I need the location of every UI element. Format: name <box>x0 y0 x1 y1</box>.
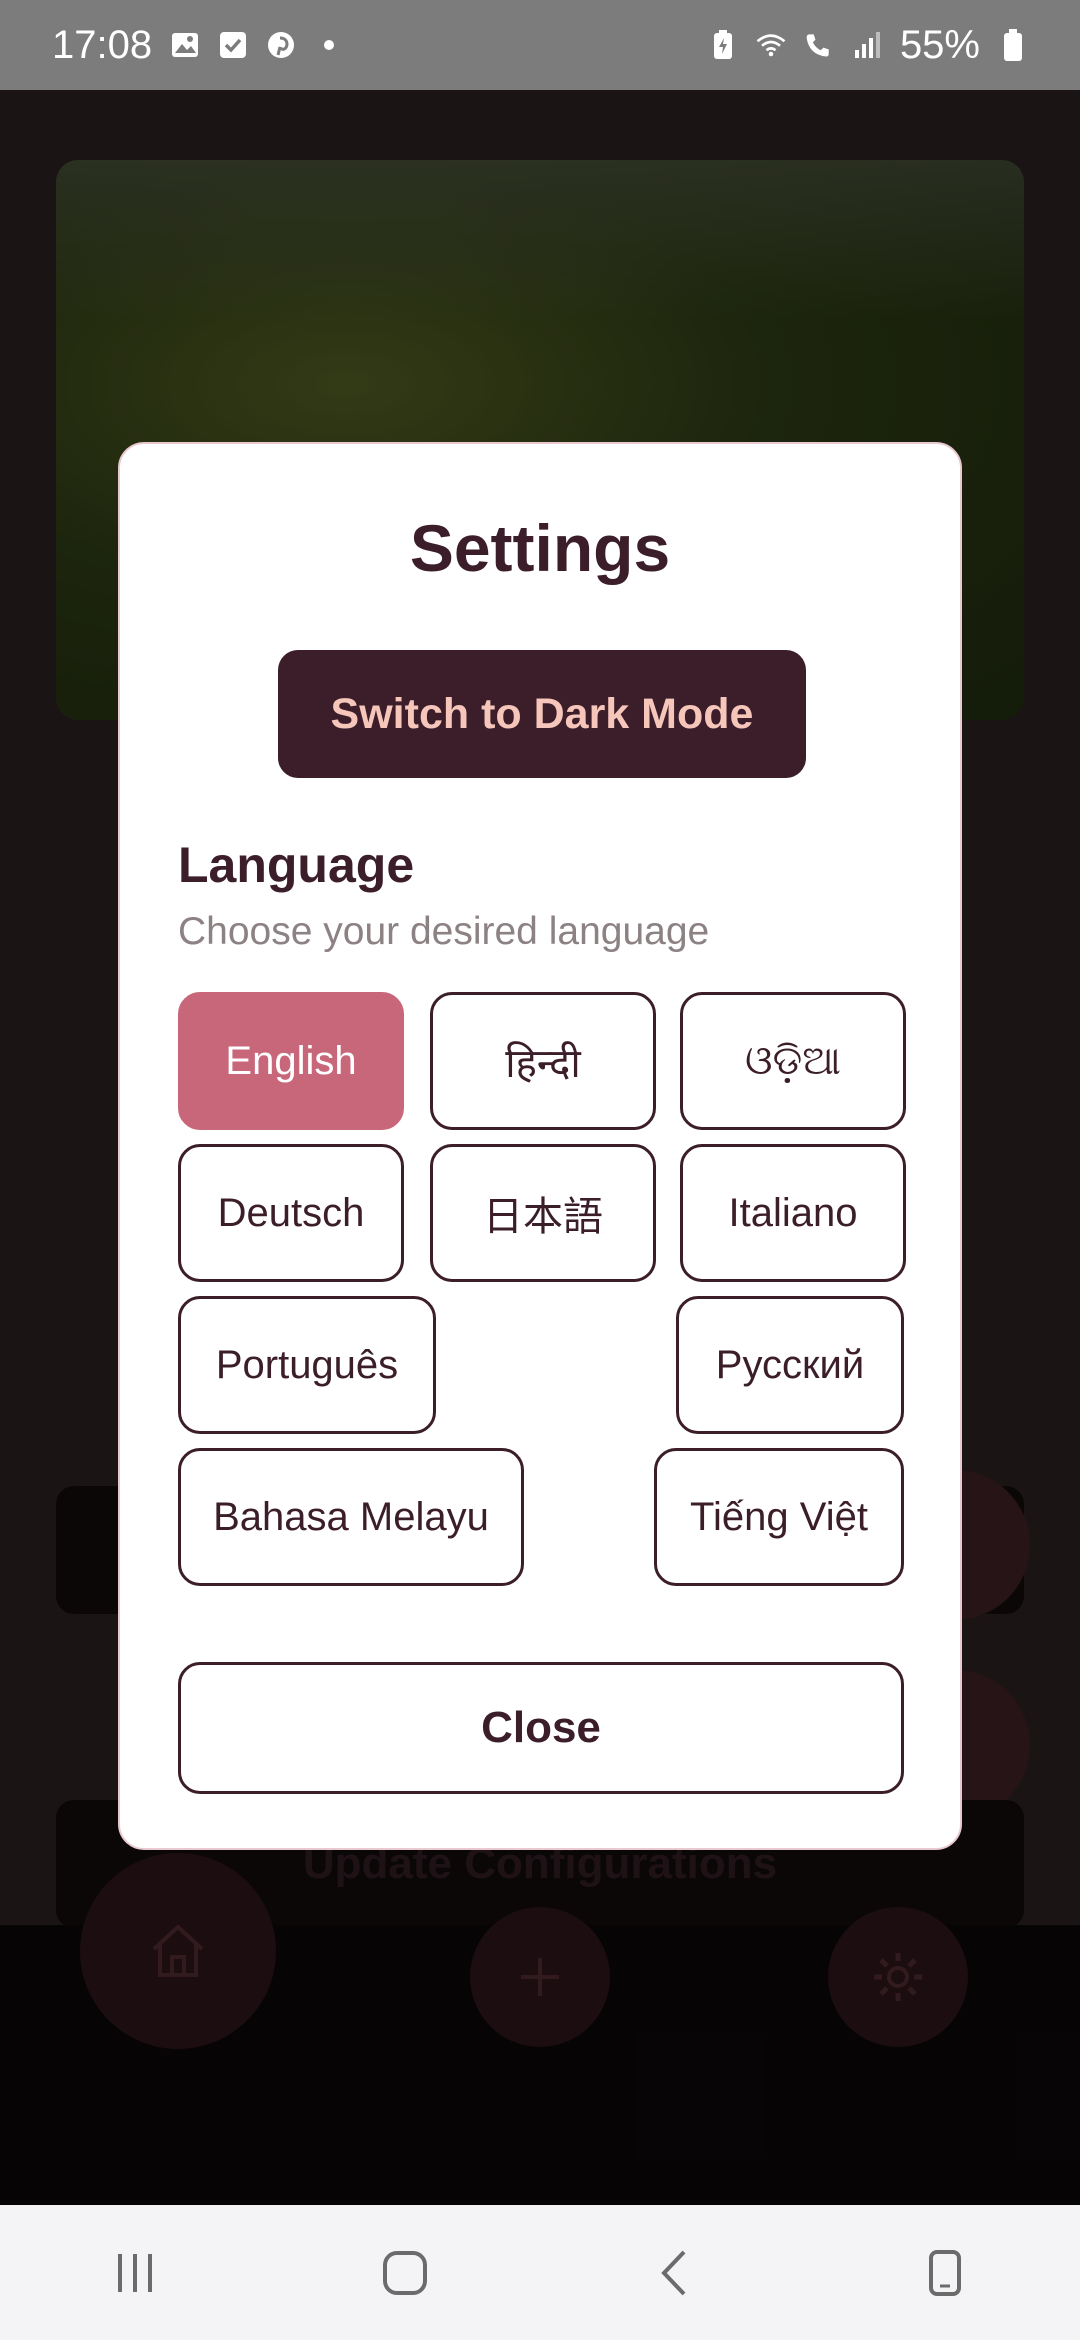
language-option-hindi[interactable]: हिन्दी <box>430 992 656 1130</box>
recent-apps-button[interactable] <box>90 2228 180 2318</box>
switch-dark-mode-button[interactable]: Switch to Dark Mode <box>278 650 806 778</box>
system-navigation-bar <box>0 2205 1080 2340</box>
battery-percent: 55% <box>899 22 980 67</box>
status-left: 17:08 <box>52 23 344 68</box>
language-option-english[interactable]: English <box>178 992 404 1130</box>
language-option-japanese[interactable]: 日本語 <box>430 1144 656 1282</box>
status-bar: 17:08 55% <box>0 0 1080 90</box>
battery-icon <box>998 29 1028 61</box>
language-title: Language <box>178 837 415 893</box>
close-button[interactable]: Close <box>178 1662 904 1794</box>
language-option-tieng-viet[interactable]: Tiếng Việt <box>654 1448 904 1586</box>
language-option-italiano[interactable]: Italiano <box>680 1144 906 1282</box>
status-time: 17:08 <box>52 22 153 67</box>
wifi-icon <box>756 30 786 60</box>
language-option-bahasa-melayu[interactable]: Bahasa Melayu <box>178 1448 524 1586</box>
gallery-icon <box>170 30 200 60</box>
back-button[interactable] <box>630 2228 720 2318</box>
recent-apps-icon <box>118 2253 152 2292</box>
screen-rotate-button[interactable] <box>900 2228 990 2318</box>
language-option-deutsch[interactable]: Deutsch <box>178 1144 404 1282</box>
signal-icon <box>852 30 882 60</box>
checkbox-icon <box>218 30 248 60</box>
pinterest-icon <box>266 30 296 60</box>
dialog-title: Settings <box>409 511 671 585</box>
language-option-odia[interactable]: ଓଡ଼ିଆ <box>680 992 906 1130</box>
screen: 17:08 55% Update Configurations Settings… <box>0 0 1080 2340</box>
wifi-calling-icon <box>804 30 834 60</box>
status-right: 55% <box>708 23 1028 68</box>
battery-saver-icon <box>708 30 738 60</box>
home-outline-icon <box>383 2250 427 2295</box>
home-system-button[interactable] <box>360 2228 450 2318</box>
dot-icon <box>314 30 344 60</box>
language-option-portugues[interactable]: Português <box>178 1296 436 1434</box>
language-option-russian[interactable]: Русский <box>676 1296 904 1434</box>
settings-dialog: Settings Switch to Dark Mode Language Ch… <box>118 442 962 1850</box>
language-subtitle: Choose your desired language <box>178 910 710 953</box>
phone-rotate-icon <box>929 2249 961 2296</box>
back-chevron-icon <box>661 2250 686 2295</box>
